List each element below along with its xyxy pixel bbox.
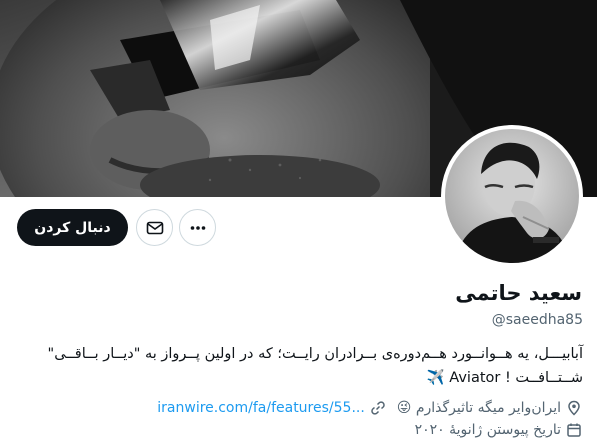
bio-line-1: آبابیـــل، یه هــوانــورد هــم‌دوره‌ی بـ…	[47, 346, 583, 362]
message-button[interactable]	[136, 209, 173, 246]
profile-avatar[interactable]	[441, 125, 583, 267]
follow-button-label: دنبال کردن	[34, 219, 111, 236]
profile-location: ایران‌وایر میگه تاثیرگذارم 😜	[396, 400, 561, 416]
link-icon	[369, 399, 387, 417]
ellipsis-icon	[189, 219, 207, 237]
follow-button[interactable]: دنبال کردن	[17, 209, 128, 246]
profile-handle: @saeedha85	[491, 312, 583, 328]
calendar-icon	[565, 421, 583, 439]
profile-website-link[interactable]: iranwire.com/fa/features/55...	[157, 400, 365, 416]
profile-name: سعید حاتمی	[455, 281, 582, 305]
bio-line-2: شــتــافــت ! Aviator ✈️	[426, 370, 583, 386]
profile-joined-row: تاریخ پیوستن ژانویهٔ ۲۰۲۰	[415, 421, 583, 439]
profile-meta-row: ایران‌وایر میگه تاثیرگذارم 😜 iranwire.co…	[157, 399, 583, 417]
location-pin-icon	[565, 399, 583, 417]
envelope-icon	[146, 219, 164, 237]
profile-joined-date: تاریخ پیوستن ژانویهٔ ۲۰۲۰	[414, 422, 561, 438]
more-button[interactable]	[179, 209, 216, 246]
